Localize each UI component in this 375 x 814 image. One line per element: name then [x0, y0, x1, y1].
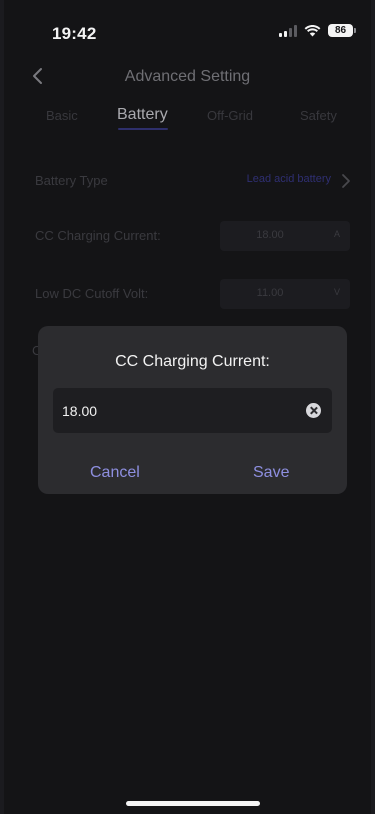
save-button[interactable]: Save	[253, 464, 289, 482]
cellular-signal-icon	[279, 24, 297, 37]
cc-charging-current-input[interactable]	[62, 388, 282, 433]
nav-bar: Advanced Setting	[4, 62, 371, 92]
tab-safety[interactable]: Safety	[300, 108, 337, 123]
cc-charging-current-unit: A	[333, 229, 340, 239]
dialog-input-container	[53, 388, 332, 433]
edit-value-dialog: CC Charging Current: Cancel Save	[38, 326, 347, 494]
tab-bar: Basic Battery Off-Grid Safety	[4, 106, 371, 134]
cc-charging-current-value: 18.00	[256, 229, 284, 241]
cancel-button[interactable]: Cancel	[90, 464, 140, 482]
low-dc-cutoff-field[interactable]: 11.00 V	[220, 279, 350, 309]
battery-type-value[interactable]: Lead acid battery	[247, 173, 331, 185]
page-title: Advanced Setting	[124, 68, 251, 85]
battery-type-label: Battery Type	[35, 173, 108, 188]
active-tab-indicator	[118, 128, 168, 130]
home-indicator[interactable]	[126, 801, 260, 806]
tab-basic[interactable]: Basic	[46, 108, 78, 123]
status-time: 19:42	[52, 24, 97, 43]
cc-charging-current-row: CC Charging Current: 18.00 A	[35, 221, 353, 251]
battery-type-row[interactable]: Battery Type Lead acid battery	[35, 166, 353, 196]
clear-icon[interactable]	[306, 403, 321, 418]
dialog-title: CC Charging Current:	[115, 353, 270, 370]
status-bar: 19:42 86	[4, 0, 371, 60]
battery-icon: 86	[328, 24, 356, 37]
low-dc-cutoff-row: Low DC Cutoff Volt: 11.00 V	[35, 279, 353, 309]
chevron-right-icon	[342, 174, 350, 188]
tab-off-grid[interactable]: Off-Grid	[207, 108, 253, 123]
low-dc-cutoff-label: Low DC Cutoff Volt:	[35, 286, 149, 301]
cc-charging-current-field[interactable]: 18.00 A	[220, 221, 350, 251]
low-dc-cutoff-value: 11.00	[256, 287, 284, 299]
app-screen: 19:42 86 Advanced Setting Basic Battery …	[4, 0, 371, 814]
status-icons: 86	[279, 24, 356, 37]
tab-battery[interactable]: Battery	[117, 106, 168, 124]
cc-charging-current-label: CC Charging Current:	[35, 228, 161, 243]
low-dc-cutoff-unit: V	[333, 287, 340, 297]
wifi-icon	[304, 25, 321, 37]
